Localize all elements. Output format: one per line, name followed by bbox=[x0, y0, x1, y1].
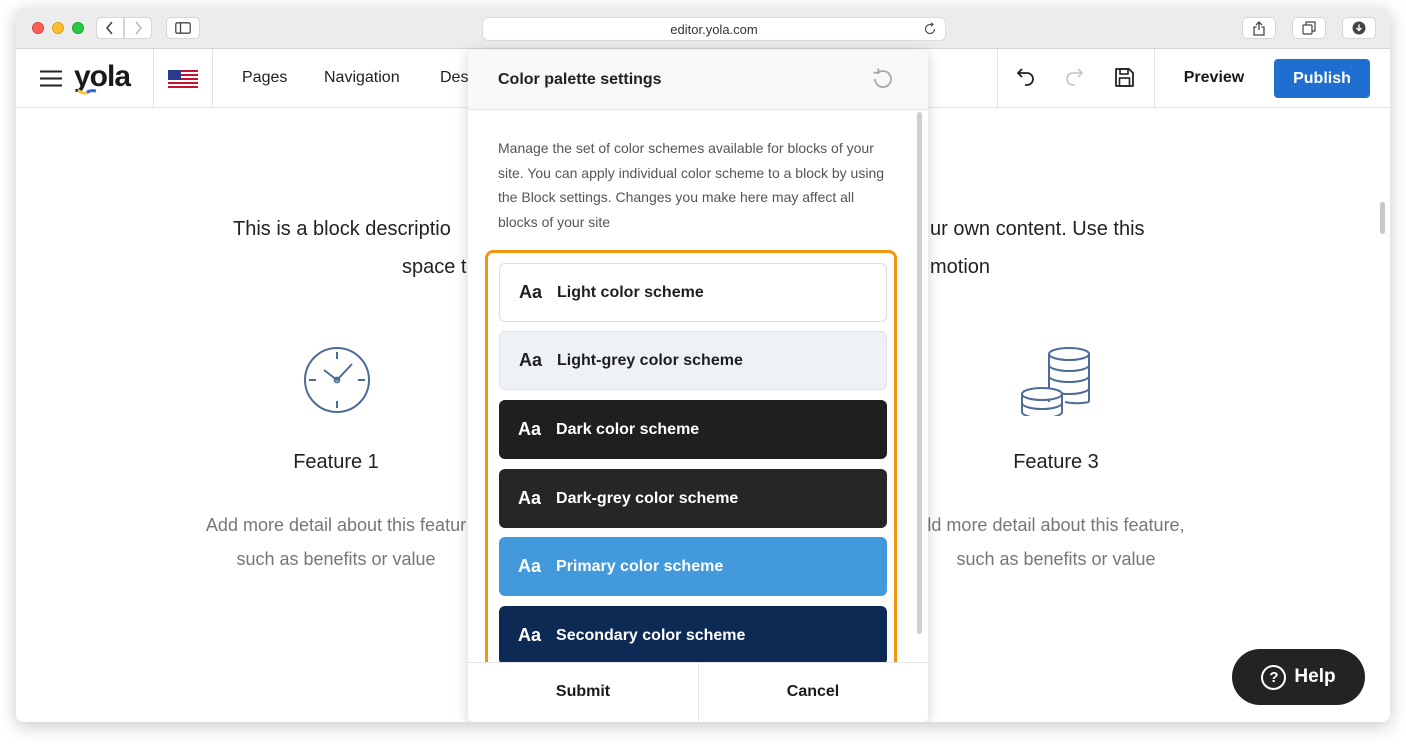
save-icon[interactable] bbox=[1114, 67, 1135, 88]
help-label: Help bbox=[1294, 666, 1336, 687]
back-button[interactable] bbox=[96, 17, 124, 39]
forward-button[interactable] bbox=[124, 17, 152, 39]
share-button[interactable] bbox=[1242, 17, 1276, 39]
reload-icon[interactable] bbox=[923, 22, 937, 36]
feature-text: ld more detail about this feature, such … bbox=[896, 508, 1216, 576]
share-icon bbox=[1253, 20, 1265, 36]
scheme-aa: Aa bbox=[518, 625, 542, 645]
color-scheme-list: Aa Light color scheme Aa Light-grey colo… bbox=[485, 250, 897, 676]
download-icon bbox=[1352, 21, 1366, 35]
scheme-primary[interactable]: Aa Primary color scheme bbox=[499, 537, 887, 596]
question-icon: ? bbox=[1261, 664, 1287, 690]
modal-header: Color palette settings bbox=[468, 50, 928, 110]
cancel-button[interactable]: Cancel bbox=[698, 663, 928, 721]
minimize-window-button[interactable] bbox=[52, 22, 64, 34]
scheme-label: Light color scheme bbox=[557, 283, 704, 301]
scheme-label: Dark color scheme bbox=[556, 420, 700, 438]
feature-title: Feature 3 bbox=[1013, 451, 1099, 473]
scheme-label: Light-grey color scheme bbox=[557, 351, 743, 369]
feature-text-line: such as benefits or value bbox=[956, 549, 1156, 569]
url-text: editor.yola.com bbox=[670, 21, 758, 37]
help-button[interactable]: ? Help bbox=[1232, 649, 1365, 705]
address-bar[interactable]: editor.yola.com bbox=[482, 17, 946, 41]
menu-icon[interactable] bbox=[40, 70, 62, 87]
block-description: This is a block descriptio bbox=[233, 218, 451, 240]
scheme-light[interactable]: Aa Light color scheme bbox=[499, 263, 887, 322]
scheme-label: Dark-grey color scheme bbox=[556, 489, 739, 507]
redo-icon[interactable] bbox=[1064, 67, 1084, 89]
block-description: space t bbox=[402, 256, 467, 278]
logo-underline-icon bbox=[77, 89, 97, 95]
scheme-aa: Aa bbox=[518, 419, 542, 439]
scheme-aa: Aa bbox=[519, 350, 543, 370]
reset-icon[interactable] bbox=[870, 66, 896, 92]
feature-text-line: such as benefits or value bbox=[236, 549, 436, 569]
sidebar-toggle-button[interactable] bbox=[166, 17, 200, 39]
toolbar-divider bbox=[153, 49, 154, 107]
color-palette-modal: Color palette settings Manage the set of… bbox=[468, 50, 928, 722]
feature-text-line: Add more detail about this featur bbox=[205, 515, 467, 535]
page-scrollbar[interactable] bbox=[1380, 202, 1385, 234]
scheme-aa: Aa bbox=[518, 488, 542, 508]
coins-icon bbox=[1021, 347, 1090, 416]
tabs-icon bbox=[1302, 21, 1316, 35]
feature-title: Feature 1 bbox=[293, 451, 379, 473]
close-window-button[interactable] bbox=[32, 22, 44, 34]
submit-button[interactable]: Submit bbox=[468, 663, 698, 721]
scheme-secondary[interactable]: Aa Secondary color scheme bbox=[499, 606, 887, 665]
undo-icon[interactable] bbox=[1016, 67, 1036, 89]
feature-text: Add more detail about this featur such a… bbox=[176, 508, 496, 576]
scheme-aa: Aa bbox=[519, 282, 543, 302]
chevron-left-icon bbox=[105, 21, 113, 35]
modal-footer: Submit Cancel bbox=[468, 662, 928, 722]
modal-scrollbar[interactable] bbox=[917, 112, 922, 634]
scheme-aa: Aa bbox=[518, 556, 542, 576]
toolbar-divider bbox=[212, 49, 213, 107]
toolbar-divider bbox=[1154, 49, 1155, 107]
toolbar-divider bbox=[997, 49, 998, 107]
us-flag-icon[interactable] bbox=[168, 70, 198, 88]
modal-title: Color palette settings bbox=[498, 71, 662, 88]
nav-design[interactable]: Des bbox=[440, 69, 468, 87]
clock-icon bbox=[304, 347, 370, 413]
nav-pages[interactable]: Pages bbox=[242, 69, 287, 87]
sidebar-icon bbox=[175, 22, 191, 34]
preview-button[interactable]: Preview bbox=[1166, 57, 1262, 99]
nav-navigation[interactable]: Navigation bbox=[324, 69, 400, 87]
scheme-light-grey[interactable]: Aa Light-grey color scheme bbox=[499, 331, 887, 390]
browser-chrome: editor.yola.com bbox=[16, 8, 1390, 49]
block-description: ur own content. Use this bbox=[930, 218, 1145, 240]
browser-window: editor.yola.com yola Pages Navigation De… bbox=[16, 8, 1390, 722]
block-description: motion bbox=[930, 256, 991, 278]
zoom-window-button[interactable] bbox=[72, 22, 84, 34]
chevron-right-icon bbox=[135, 21, 143, 35]
feature-text-line: ld more detail about this feature, bbox=[927, 515, 1185, 535]
modal-description: Manage the set of color schemes availabl… bbox=[498, 140, 885, 230]
scheme-label: Secondary color scheme bbox=[556, 626, 746, 644]
scheme-dark-grey[interactable]: Aa Dark-grey color scheme bbox=[499, 469, 887, 528]
scheme-label: Primary color scheme bbox=[556, 557, 724, 575]
downloads-button[interactable] bbox=[1342, 17, 1376, 39]
scheme-dark[interactable]: Aa Dark color scheme bbox=[499, 400, 887, 459]
tabs-overview-button[interactable] bbox=[1292, 17, 1326, 39]
publish-button[interactable]: Publish bbox=[1274, 59, 1370, 98]
